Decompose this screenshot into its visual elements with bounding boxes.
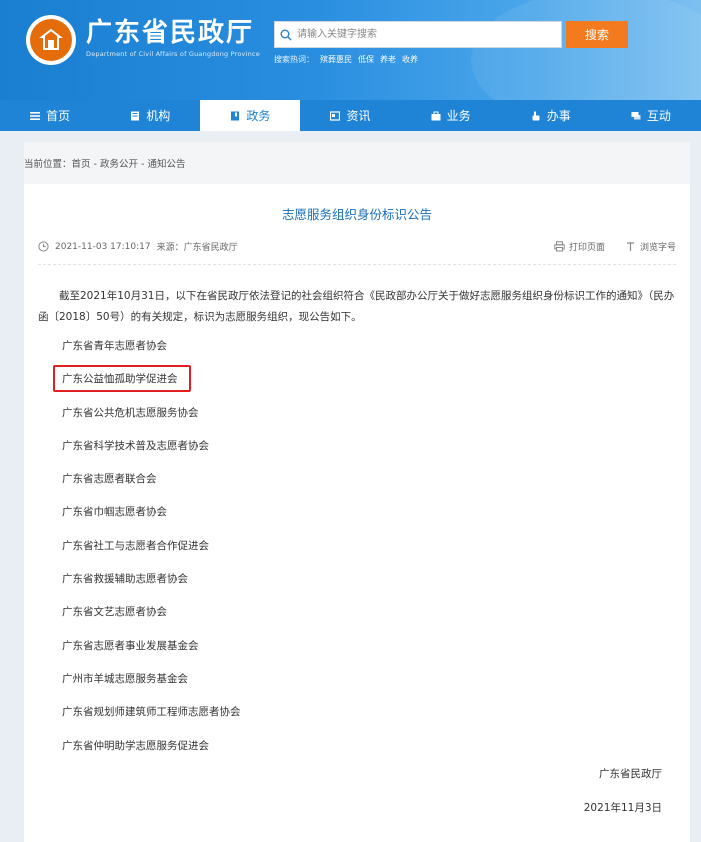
list-icon [30, 111, 41, 120]
breadcrumb-prefix: 当前位置： [24, 159, 72, 170]
nav-label: 政务 [246, 109, 271, 123]
hot-search-words: 搜索热词： 殡葬惠民 低保 养老 收养 [274, 54, 418, 65]
nav-item-home[interactable]: 首页 [0, 100, 100, 131]
highlight-annotation-box [53, 365, 191, 392]
list-item: 广东省规划师建筑师工程师志愿者协会 [62, 706, 241, 719]
chat-icon [631, 111, 641, 119]
hot-word-link[interactable]: 低保 [358, 54, 374, 65]
logo-emblem-icon [30, 19, 72, 61]
hot-word-link[interactable]: 养老 [380, 54, 396, 65]
list-item: 广东省文艺志愿者协会 [62, 606, 167, 619]
building-icon [131, 111, 140, 120]
list-item: 广东省青年志愿者协会 [62, 340, 167, 352]
nav-label: 业务 [446, 109, 471, 123]
main-nav: 首页 机构 政务 资讯 业务 办事 互动 [0, 100, 701, 131]
print-page-button[interactable]: 打印页面 [554, 240, 605, 253]
nav-item-news[interactable]: 资讯 [300, 100, 400, 131]
news-icon [330, 110, 341, 121]
site-title: 广东省民政厅 [86, 18, 255, 48]
list-item: 广东省巾帼志愿者协会 [62, 506, 167, 519]
font-size-icon [626, 242, 634, 251]
briefcase-icon [431, 111, 441, 120]
hand-icon [532, 111, 540, 120]
list-item: 广东省社工与志愿者合作促进会 [62, 539, 209, 552]
header-decoration [471, 0, 701, 100]
nav-item-business[interactable]: 业务 [401, 100, 501, 131]
breadcrumb-path[interactable]: 首页 - 政务公开 - 通知公告 [72, 156, 186, 170]
nav-label: 资讯 [346, 109, 371, 123]
nav-item-government-affairs[interactable]: 政务 [200, 100, 301, 131]
nav-item-organization[interactable]: 机构 [100, 100, 200, 131]
hot-search-label: 搜索热词： [274, 55, 314, 64]
list-item: 广东省公共危机志愿服务协会 [62, 406, 199, 419]
site-subtitle: Department of Civil Affairs of Guangdong… [86, 50, 260, 58]
sign-date: 2021年11月3日 [583, 802, 662, 814]
site-header: 广东省民政厅 Department of Civil Affairs of Gu… [0, 0, 701, 100]
search-icon [275, 21, 297, 48]
list-item: 广州市羊城志愿服务基金会 [62, 672, 188, 685]
list-item: 广东省志愿者事业发展基金会 [62, 639, 199, 652]
article-title: 志愿服务组织身份标识公告 [281, 207, 432, 222]
publish-datetime: 2021-11-03 17:10:17 [55, 241, 151, 252]
search-input[interactable] [297, 22, 561, 47]
font-size-label: 浏览字号 [639, 243, 676, 253]
search-box [274, 21, 562, 48]
site-logo[interactable] [26, 15, 76, 65]
nav-label: 办事 [546, 109, 571, 123]
font-size-button[interactable]: 浏览字号 [625, 240, 676, 253]
article-meta: 2021-11-03 17:10:17 来源：广东省民政厅 打印页面 浏览字号 [38, 240, 676, 254]
list-item: 广东省仲明助学志愿服务促进会 [62, 739, 209, 752]
article-source: 来源：广东省民政厅 [156, 243, 238, 253]
organization-list: 广东省青年志愿者协会 广东公益恤孤助学促进会 广东省公共危机志愿服务协会 广东省… [62, 334, 562, 767]
book-icon [231, 111, 240, 120]
printer-icon [554, 241, 565, 252]
hot-word-link[interactable]: 收养 [402, 54, 418, 65]
breadcrumb: 当前位置： 首页 - 政务公开 - 通知公告 [24, 142, 690, 184]
signature: 广东省民政厅 [599, 768, 662, 780]
nav-item-interaction[interactable]: 互动 [601, 100, 701, 131]
list-item: 广东省科学技术普及志愿者协会 [62, 439, 209, 452]
search-button[interactable]: 搜索 [566, 21, 628, 48]
nav-item-services[interactable]: 办事 [501, 100, 601, 131]
clock-icon [38, 241, 49, 252]
content-panel: 当前位置： 首页 - 政务公开 - 通知公告 志愿服务组织身份标识公告 2021… [24, 142, 690, 842]
list-item: 广东省救援辅助志愿者协会 [62, 573, 188, 586]
nav-label: 互动 [646, 109, 671, 123]
nav-label: 机构 [146, 109, 171, 123]
nav-label: 首页 [46, 109, 71, 123]
print-label: 打印页面 [568, 243, 605, 253]
article-intro: 截至2021年10月31日，以下在省民政厅依法登记的社会组织符合《民政部办公厅关… [38, 290, 675, 323]
hot-word-link[interactable]: 殡葬惠民 [320, 54, 352, 65]
meta-divider [38, 264, 676, 265]
list-item: 广东省志愿者联合会 [62, 473, 157, 486]
